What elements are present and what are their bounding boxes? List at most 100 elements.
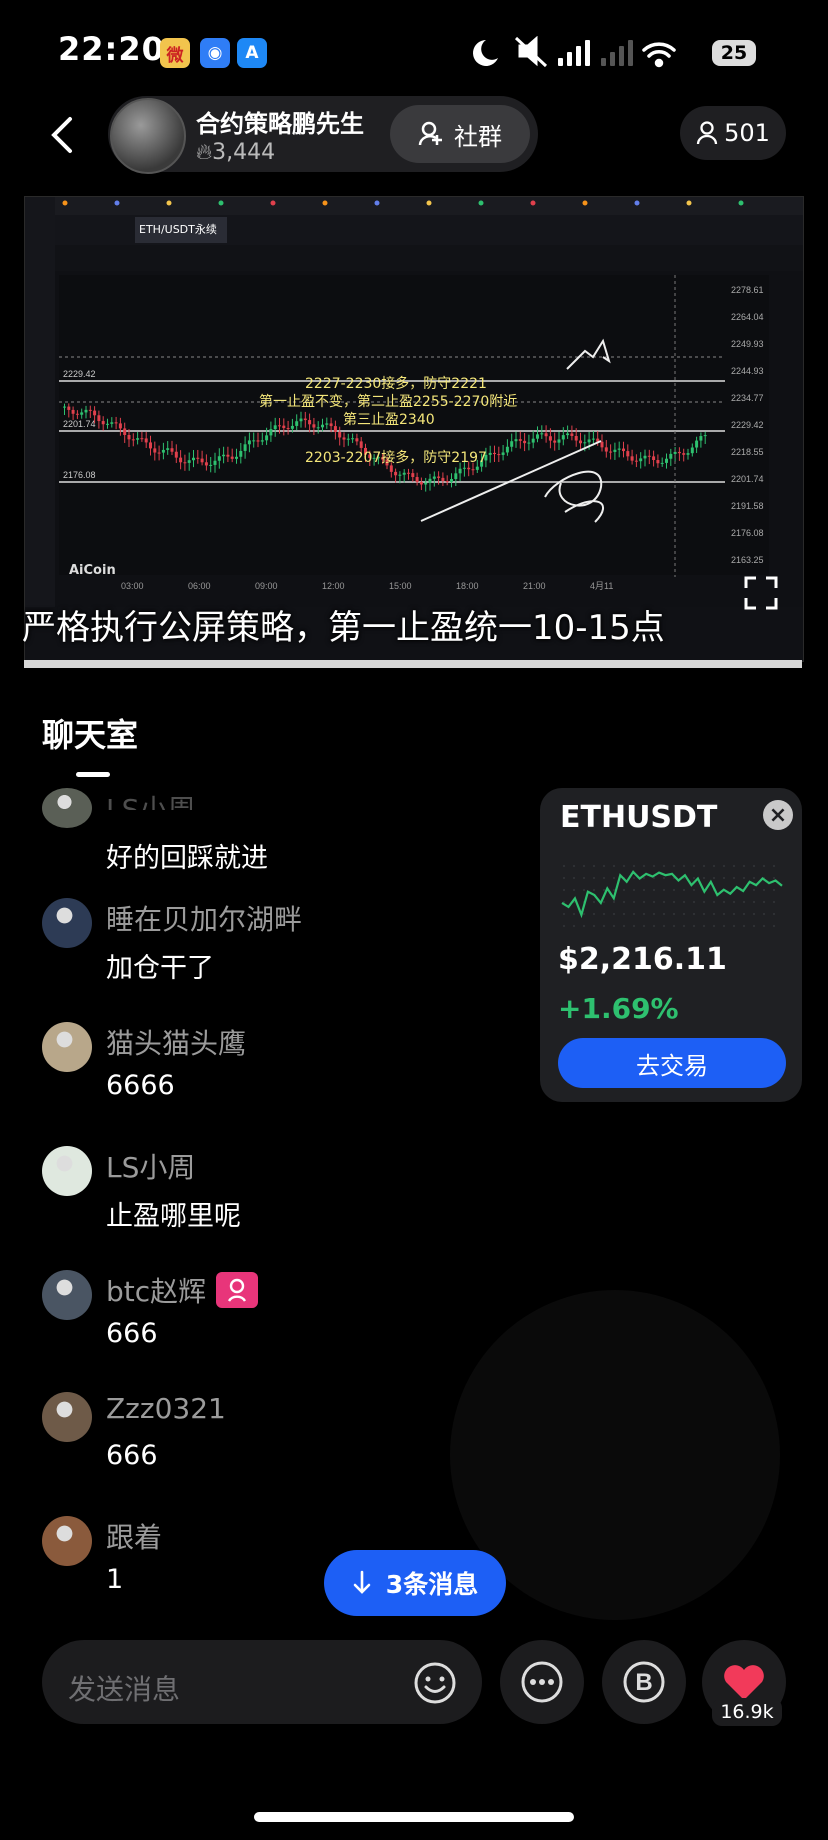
ticker-price: $2,216.11	[558, 942, 727, 977]
candle-body	[531, 438, 535, 443]
candle-body	[149, 442, 152, 449]
chat-username[interactable]: LS小周	[106, 788, 195, 810]
candle-body	[127, 434, 131, 440]
more-dots-icon	[521, 1661, 563, 1703]
chat-avatar[interactable]	[42, 898, 92, 948]
more-button[interactable]	[500, 1640, 584, 1724]
sparkline-grid-dot	[693, 865, 695, 867]
chat-username[interactable]: Zzz0321	[106, 1392, 226, 1425]
trade-button[interactable]: 去交易	[558, 1038, 786, 1088]
sparkline-grid-dot	[763, 889, 765, 891]
chat-username[interactable]: 猫头猫头鹰	[106, 1022, 246, 1062]
sparkline-grid-dot	[703, 877, 705, 879]
tab-dot	[426, 200, 432, 206]
candle-body	[587, 439, 591, 443]
sparkline-grid-dot	[613, 901, 615, 903]
sparkline-grid-dot	[633, 925, 635, 927]
sparkline-grid-dot	[703, 865, 705, 867]
candle-body	[71, 409, 75, 414]
candle-body	[394, 471, 398, 476]
chat-avatar[interactable]	[42, 1146, 92, 1196]
community-icon	[418, 121, 442, 146]
sparkline-grid-dot	[753, 877, 755, 879]
sparkline-grid-dot	[653, 877, 655, 879]
sparkline-grid-dot	[673, 889, 675, 891]
home-indicator[interactable]	[254, 1812, 574, 1822]
tab-dot	[166, 200, 172, 206]
candle-body	[613, 449, 617, 452]
sparkline-grid-dot	[723, 913, 725, 915]
community-button[interactable]: 社群	[390, 105, 530, 163]
price-axis-label: 2264.04	[731, 312, 764, 322]
sparkline-grid-dot	[593, 913, 595, 915]
chat-username[interactable]: btc赵辉	[106, 1270, 206, 1310]
candle-body	[80, 412, 84, 415]
candle-body	[566, 433, 570, 436]
candle-body	[699, 436, 703, 441]
candle-body	[583, 442, 587, 444]
candle-body	[553, 440, 557, 443]
sparkline-grid-dot	[653, 901, 655, 903]
sparkline-grid-dot	[563, 913, 565, 915]
candle-body	[179, 457, 183, 463]
chat-username[interactable]: 跟着	[106, 1516, 162, 1556]
price-axis-label: 2218.55	[731, 447, 764, 457]
candle-body	[187, 460, 191, 463]
weibo-app-icon: 微	[160, 38, 190, 68]
chat-message-text: 止盈哪里呢	[106, 1201, 241, 1232]
sparkline-grid-dot	[573, 865, 575, 867]
candle-body	[321, 424, 324, 428]
chat-message-text: 666	[106, 1318, 158, 1349]
emoji-icon[interactable]	[412, 1660, 458, 1706]
new-messages-button[interactable]: 3条消息	[324, 1550, 506, 1616]
price-axis-label: 2176.08	[731, 528, 764, 538]
chat-avatar[interactable]	[42, 1022, 92, 1072]
price-axis-label: 2163.25	[731, 555, 764, 565]
candle-body	[703, 435, 707, 437]
ticker-sparkline	[561, 865, 783, 927]
chat-avatar[interactable]	[42, 1516, 92, 1566]
viewer-count[interactable]: 501	[680, 106, 786, 160]
candle-body	[230, 456, 234, 459]
candle-body	[445, 480, 449, 483]
sparkline-grid-dot	[613, 925, 615, 927]
close-icon[interactable]: ×	[763, 800, 793, 830]
candle-body	[450, 479, 453, 483]
candle-body	[256, 440, 260, 442]
sparkline-grid-dot	[733, 877, 735, 879]
candle-body	[204, 462, 208, 466]
candle-body	[415, 477, 419, 483]
candle-body	[471, 469, 475, 471]
candle-body	[548, 436, 552, 441]
time-axis-label: 06:00	[188, 581, 211, 591]
sparkline-grid-dot	[643, 913, 645, 915]
bitcoin-button[interactable]: B	[602, 1640, 686, 1724]
moon-icon	[473, 40, 498, 66]
sparkline-grid-dot	[613, 877, 615, 879]
candle-body	[67, 406, 71, 410]
candle-body	[278, 425, 281, 427]
tab-dot	[478, 200, 484, 206]
chat-avatar[interactable]	[42, 1270, 92, 1320]
chat-avatar[interactable]	[42, 788, 92, 828]
chat-avatar[interactable]	[42, 1392, 92, 1442]
sparkline-grid-dot	[563, 925, 565, 927]
chat-username[interactable]: LS小周	[106, 1146, 195, 1186]
level-label: 2201.74	[63, 419, 96, 429]
candle-body	[652, 456, 656, 461]
candle-body	[299, 418, 303, 422]
chat-room-title[interactable]: 聊天室	[42, 710, 138, 756]
chat-username[interactable]: 睡在贝加尔湖畔	[106, 898, 302, 938]
sparkline-grid-dot	[663, 901, 665, 903]
sparkline-grid-dot	[593, 877, 595, 879]
sparkline-grid-dot	[673, 913, 675, 915]
candle-body	[682, 453, 686, 455]
price-axis-label: 2234.77	[731, 393, 764, 403]
sparkline-grid-dot	[603, 889, 605, 891]
fullscreen-icon[interactable]	[744, 576, 778, 610]
candle-body	[136, 438, 140, 440]
candle-body	[557, 439, 561, 443]
live-stream-video[interactable]: 2229.42 2201.74 2176.08 2278.61 2264.04 2249…	[24, 196, 804, 662]
host-avatar[interactable]	[110, 98, 186, 174]
back-arrow-icon[interactable]	[48, 116, 74, 154]
